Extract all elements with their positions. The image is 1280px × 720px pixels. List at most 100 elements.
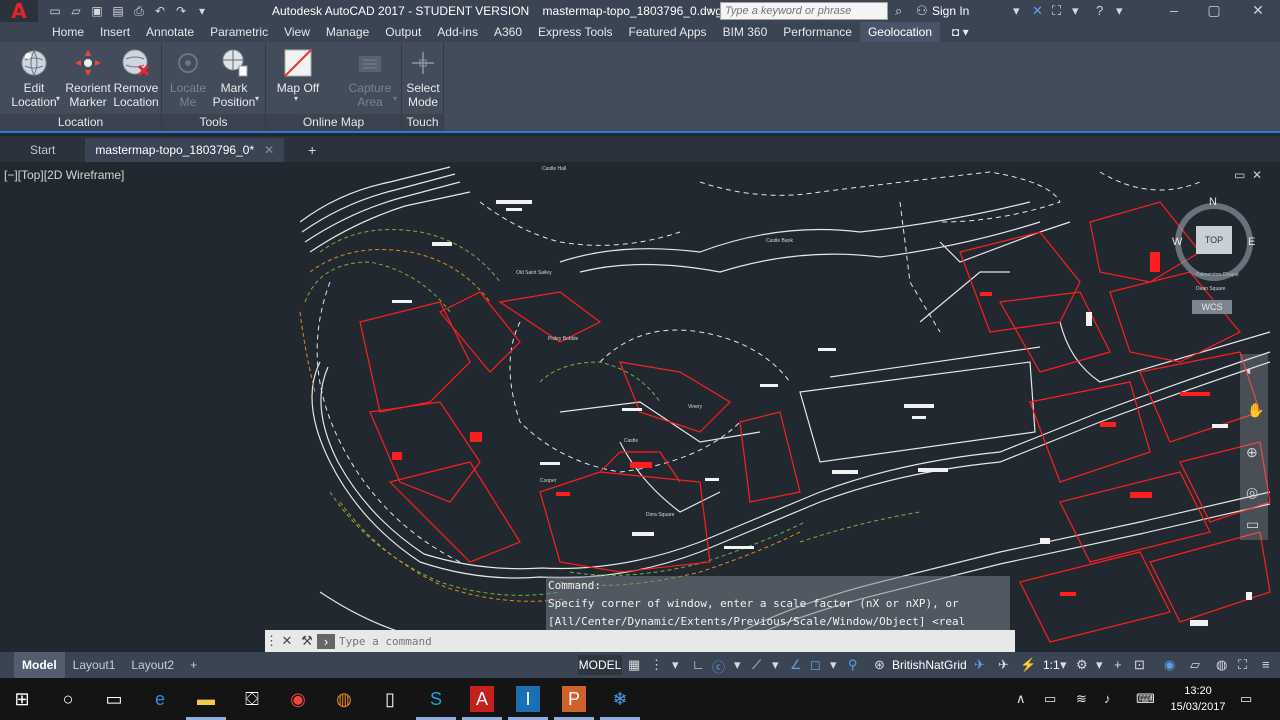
mark-position-dropdown-icon[interactable]: ▾ bbox=[255, 94, 259, 103]
skype-icon[interactable]: S bbox=[422, 686, 450, 712]
sign-in-dropdown-icon[interactable]: ▾ bbox=[1013, 3, 1020, 19]
object-snap-tracking-icon[interactable]: ∠ bbox=[790, 657, 802, 673]
powerpoint-icon[interactable]: P bbox=[562, 686, 586, 712]
graphics-performance-icon[interactable]: ▱ bbox=[1190, 657, 1200, 673]
wifi-icon[interactable]: ≋ bbox=[1076, 691, 1087, 707]
a360-icon[interactable]: ⛶ bbox=[1052, 3, 1061, 19]
capture-area-button[interactable]: Capture Area bbox=[342, 46, 398, 109]
remove-location-button[interactable]: Remove Location bbox=[108, 46, 164, 109]
keyboard-icon[interactable]: ⌨ bbox=[1136, 691, 1155, 707]
fullscreen-icon[interactable]: ⛶ bbox=[1238, 657, 1247, 673]
help-icon[interactable]: ? bbox=[1096, 3, 1103, 18]
map-off-button[interactable]: Map Off bbox=[272, 46, 324, 95]
stay-connected-dropdown-icon[interactable]: ▾ bbox=[1072, 3, 1079, 19]
tab-insert[interactable]: Insert bbox=[92, 22, 138, 42]
isodraft-icon[interactable]: ⟋ bbox=[752, 657, 761, 673]
tab-parametric[interactable]: Parametric bbox=[202, 22, 276, 42]
maximize-icon[interactable]: ▢ bbox=[1194, 2, 1234, 19]
show-hidden-icons-icon[interactable]: ∧ bbox=[1016, 691, 1026, 707]
system-clock[interactable]: 13:20 15/03/2017 bbox=[1168, 683, 1228, 715]
polar-tracking-icon[interactable]: ⓒ bbox=[712, 657, 725, 676]
coordinate-system-label[interactable]: BritishNatGrid bbox=[892, 658, 967, 672]
orbit-icon[interactable]: ◎ bbox=[1246, 484, 1258, 501]
sign-in-link[interactable]: Sign In bbox=[932, 4, 969, 18]
annotation-visibility-icon[interactable]: ✈ bbox=[998, 657, 1009, 673]
tab-home[interactable]: Home bbox=[44, 22, 92, 42]
geolocation-marker-icon[interactable]: ⚲ bbox=[848, 657, 858, 673]
layout-tab-layout2[interactable]: Layout2 bbox=[123, 652, 182, 678]
compass-west-label[interactable]: W bbox=[1172, 236, 1182, 248]
open-folder-icon[interactable]: ▱ bbox=[67, 3, 85, 19]
annotation-scale-icon[interactable]: ✈ bbox=[974, 657, 985, 673]
binoculars-icon[interactable]: ⌕ bbox=[895, 3, 902, 19]
close-command-line-icon[interactable]: ✕ bbox=[277, 633, 297, 649]
text-editor-icon[interactable]: I bbox=[516, 686, 540, 712]
task-view-icon[interactable]: ▭ bbox=[100, 686, 128, 712]
layout-tab-layout1[interactable]: Layout1 bbox=[65, 652, 124, 678]
edit-location-button[interactable]: Edit Location bbox=[6, 46, 62, 109]
compass-east-label[interactable]: E bbox=[1248, 236, 1255, 248]
help-dropdown-icon[interactable]: ▾ bbox=[1116, 3, 1123, 19]
ortho-icon[interactable]: ∟ bbox=[692, 657, 705, 672]
snowflake-app-icon[interactable]: ❄ bbox=[606, 686, 634, 712]
mark-position-button[interactable]: Mark Position bbox=[206, 46, 262, 109]
tab-drawing[interactable]: mastermap-topo_1803796_0* ✕ bbox=[85, 138, 285, 162]
full-navigation-wheel-icon[interactable]: ◐ bbox=[1246, 362, 1254, 378]
command-input[interactable] bbox=[335, 631, 1015, 651]
notepad-icon[interactable]: ▯ bbox=[376, 686, 404, 712]
tab-manage[interactable]: Manage bbox=[318, 22, 377, 42]
windows-start-icon[interactable]: ⊞ bbox=[8, 686, 36, 712]
new-layout-icon[interactable]: + bbox=[182, 652, 205, 678]
command-line-grip-icon[interactable]: ⋮ bbox=[265, 633, 278, 649]
exchange-apps-icon[interactable]: ✕ bbox=[1032, 3, 1043, 19]
close-tab-icon[interactable]: ✕ bbox=[264, 143, 274, 157]
snap-icon[interactable]: ⋮ bbox=[650, 657, 663, 673]
select-mode-button[interactable]: Select Mode bbox=[397, 46, 449, 109]
tab-output[interactable]: Output bbox=[377, 22, 429, 42]
scale-dropdown-icon[interactable]: ▾ bbox=[1060, 657, 1067, 673]
tab-start[interactable]: Start bbox=[0, 138, 85, 162]
tab-view[interactable]: View bbox=[276, 22, 318, 42]
volume-icon[interactable]: ♪ bbox=[1104, 691, 1111, 706]
workspace-switching-icon[interactable]: ⚙ bbox=[1076, 657, 1088, 673]
battery-icon[interactable]: ▭ bbox=[1044, 691, 1056, 707]
tab-annotate[interactable]: Annotate bbox=[138, 22, 202, 42]
wcs-menu[interactable]: WCS bbox=[1192, 300, 1232, 314]
tab-bim-360[interactable]: BIM 360 bbox=[715, 22, 776, 42]
showmotion-icon[interactable]: ▭ bbox=[1246, 516, 1259, 533]
annotation-monitor-icon[interactable]: + bbox=[1114, 657, 1122, 672]
isolate-objects-icon[interactable]: ◍ bbox=[1216, 657, 1227, 673]
file-explorer-icon[interactable]: ▬ bbox=[192, 686, 220, 712]
object-snap-icon[interactable]: ◻ bbox=[810, 657, 821, 673]
customize-command-line-icon[interactable]: ⚒ bbox=[297, 633, 317, 649]
chrome-icon[interactable]: ◉ bbox=[284, 686, 312, 712]
tab-express-tools[interactable]: Express Tools bbox=[530, 22, 620, 42]
compass-north-label[interactable]: N bbox=[1209, 196, 1217, 208]
tab-geolocation[interactable]: Geolocation bbox=[859, 22, 941, 42]
application-menu-button[interactable]: A bbox=[0, 0, 38, 23]
customization-menu-icon[interactable]: ≡ bbox=[1262, 657, 1270, 672]
units-icon[interactable]: ⊡ bbox=[1134, 657, 1145, 673]
ribbon-minimize-icon[interactable]: ◘ ▾ bbox=[952, 25, 969, 39]
tab-featured-apps[interactable]: Featured Apps bbox=[621, 22, 715, 42]
zoom-extents-icon[interactable]: ⊕ bbox=[1246, 444, 1258, 461]
edge-browser-icon[interactable]: e bbox=[146, 686, 174, 712]
tab-add-ins[interactable]: Add-ins bbox=[429, 22, 486, 42]
store-icon[interactable]: ⛋ bbox=[238, 686, 266, 712]
firefox-icon[interactable]: ◍ bbox=[330, 686, 358, 712]
snap-dropdown-icon[interactable]: ▾ bbox=[672, 657, 679, 673]
tab-performance[interactable]: Performance bbox=[775, 22, 860, 42]
workspace-dropdown-icon[interactable]: ▾ bbox=[1096, 657, 1103, 673]
undo-icon[interactable]: ↶ bbox=[151, 3, 169, 19]
layout-tab-model[interactable]: Model bbox=[14, 652, 65, 678]
grid-icon[interactable]: ▦ bbox=[628, 657, 640, 673]
save-as-icon[interactable]: ▤ bbox=[109, 3, 127, 19]
polar-dropdown-icon[interactable]: ▾ bbox=[734, 657, 741, 673]
isodraft-dropdown-icon[interactable]: ▾ bbox=[772, 657, 779, 673]
print-icon[interactable]: ⎙ bbox=[130, 3, 148, 19]
new-tab-icon[interactable]: + bbox=[300, 138, 324, 162]
pan-icon[interactable]: ✋ bbox=[1247, 402, 1264, 419]
tab-a360[interactable]: A360 bbox=[486, 22, 530, 42]
map-off-dropdown-icon[interactable]: ▾ bbox=[294, 94, 298, 103]
object-snap-dropdown-icon[interactable]: ▾ bbox=[830, 657, 837, 673]
